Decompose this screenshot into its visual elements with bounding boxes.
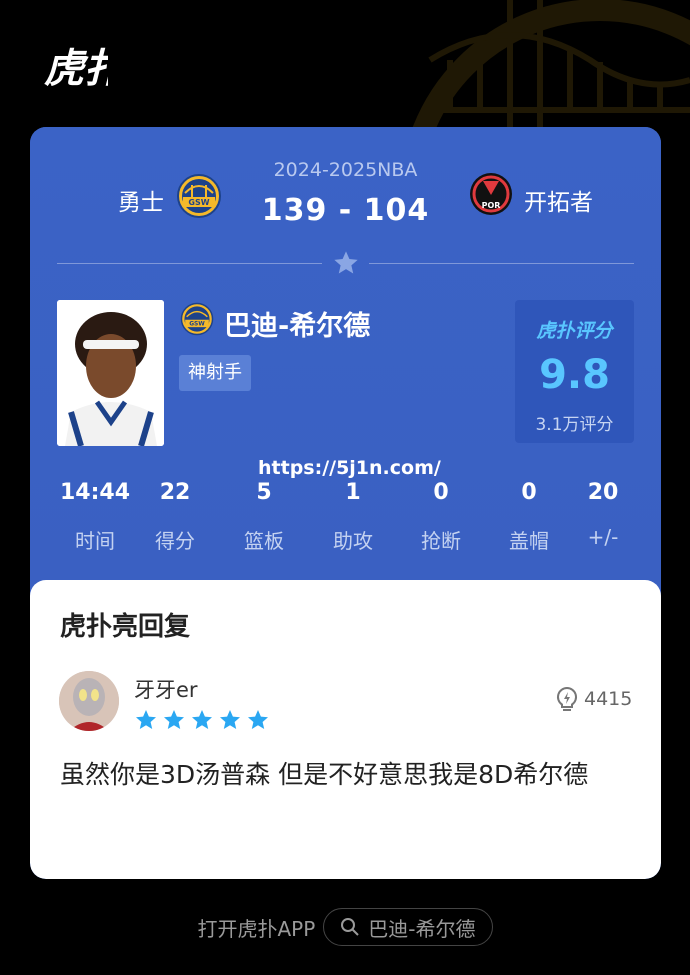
footer-bar: 打开虎扑APP 巴迪-希尔德 — [0, 908, 690, 946]
stat-label-minutes: 时间 — [75, 529, 115, 553]
stat-value-plus-minus: 20 — [587, 480, 619, 505]
stat-value-points: 22 — [159, 480, 191, 505]
avatar[interactable] — [59, 671, 119, 731]
footer-search-text: 巴迪-希尔德 — [368, 916, 476, 941]
rating-count: 3.1万评分 — [535, 415, 614, 435]
star-icon — [136, 710, 156, 729]
divider-left — [57, 263, 322, 264]
rating-box[interactable]: 虎扑评分 9.8 3.1万评分 — [515, 300, 634, 443]
reply-username[interactable]: 牙牙er — [134, 674, 198, 704]
stat-value-rebounds: 5 — [256, 480, 272, 505]
reply-panel: 虎扑亮回复 牙牙er 4415 虽然你是3D汤普森 但是不好意思我是8D希尔德 — [30, 580, 661, 879]
rating-brand: 虎扑评分 — [536, 320, 613, 342]
player-name[interactable]: 巴迪-希尔德 — [224, 304, 370, 343]
watermark-url: https://5j1n.com/ — [258, 457, 441, 479]
rating-stars — [134, 708, 270, 732]
svg-text:POR: POR — [482, 201, 501, 210]
divider-right — [369, 263, 634, 264]
por-logo-icon[interactable]: POR — [468, 171, 514, 217]
rating-value: 9.8 — [539, 352, 610, 398]
stat-label-assists: 助攻 — [333, 529, 373, 553]
like-button[interactable]: 4415 — [554, 686, 632, 712]
stat-label-rebounds: 篮板 — [244, 529, 284, 553]
season-label: 2024-2025NBA — [273, 159, 418, 181]
stat-value-minutes: 14:44 — [59, 480, 131, 505]
hupu-logo: 虎扑 — [44, 38, 127, 92]
star-icon — [248, 710, 268, 729]
svg-text:GSW: GSW — [189, 322, 205, 328]
player-photo[interactable] — [57, 300, 164, 446]
stat-value-assists: 1 — [345, 480, 361, 505]
player-tag-badge: 神射手 — [179, 355, 251, 391]
stat-label-plus-minus: +/- — [587, 525, 619, 549]
star-divider-icon — [334, 251, 358, 274]
open-app-link[interactable]: 打开虎扑APP — [197, 913, 315, 942]
footer-search-button[interactable]: 巴迪-希尔德 — [323, 908, 493, 946]
match-card: 勇士 GSW 2024-2025NBA 139 - 104 POR 开拓者 GS… — [30, 127, 661, 879]
like-count: 4415 — [584, 688, 633, 710]
stat-label-steals: 抢断 — [421, 529, 461, 553]
star-icon — [192, 710, 212, 729]
search-icon — [341, 918, 360, 936]
svg-text:虎扑: 虎扑 — [44, 46, 108, 92]
reply-section-title: 虎扑亮回复 — [60, 612, 191, 642]
player-team-icon: GSW — [180, 302, 214, 336]
away-team-name[interactable]: 开拓者 — [524, 183, 593, 217]
reply-text: 虽然你是3D汤普森 但是不好意思我是8D希尔德 — [60, 760, 589, 789]
stat-label-points: 得分 — [155, 529, 195, 553]
star-icon — [220, 710, 240, 729]
lightbulb-icon — [556, 686, 578, 711]
star-icon — [164, 710, 184, 729]
stat-value-steals: 0 — [433, 480, 449, 505]
